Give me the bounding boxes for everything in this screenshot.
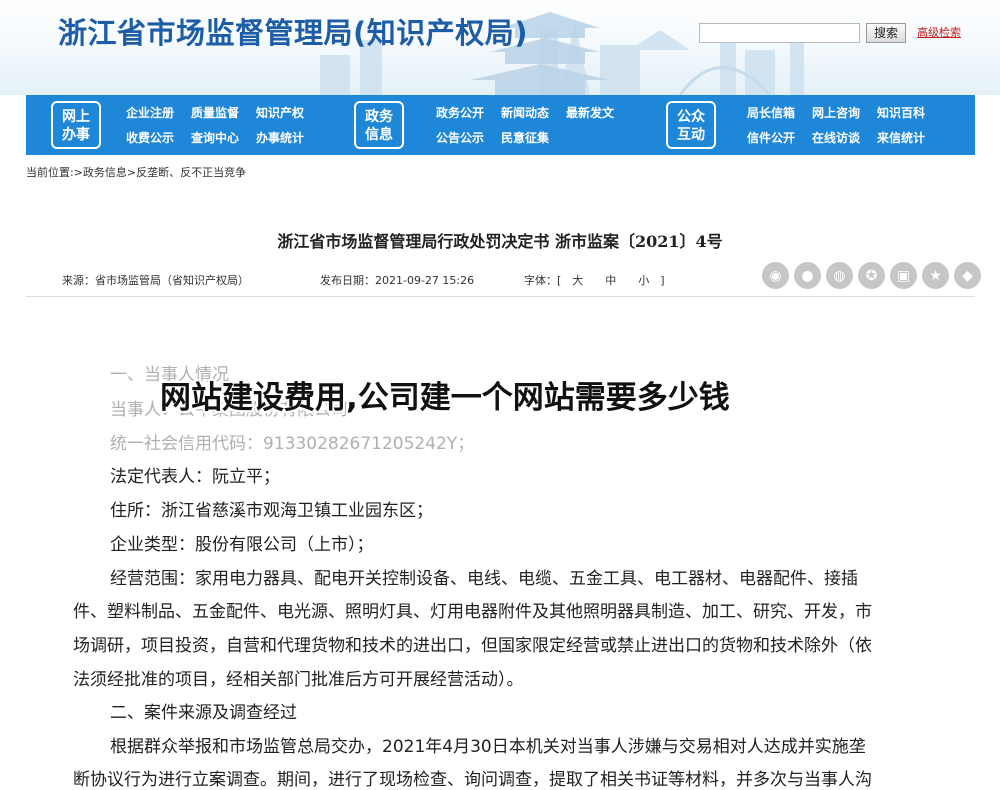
nav-link[interactable]: 最新发文 <box>566 104 614 121</box>
nav-badge-public-interaction[interactable]: 公众 互动 <box>666 101 716 149</box>
overlay-title: 网站建设费用,公司建一个网站需要多少钱 <box>160 380 730 416</box>
nav-link[interactable]: 知识百科 <box>877 104 925 121</box>
divider <box>26 296 975 297</box>
body-line: 法定代表人：阮立平； <box>110 467 280 487</box>
nav-link[interactable]: 民意征集 <box>501 129 549 146</box>
nav-link[interactable]: 网上咨询 <box>812 104 860 121</box>
body-line: 住所：浙江省慈溪市观海卫镇工业园东区； <box>110 501 433 521</box>
nav-link[interactable]: 公告公示 <box>436 129 484 146</box>
breadcrumb[interactable]: 当前位置:>政务信息>反垄断、反不正当竞争 <box>26 164 246 180</box>
body-line: 断协议行为进行立案调查。期间，进行了现场检查、询问调查，提取了相关书证等材料，并… <box>73 770 872 790</box>
qq-icon[interactable]: ◍ <box>826 262 853 289</box>
nav-badge-online-services[interactable]: 网上 办事 <box>51 101 101 149</box>
qzone-icon[interactable]: ✪ <box>858 262 885 289</box>
body-line: 企业类型：股份有限公司（上市）； <box>110 535 374 555</box>
star-icon[interactable]: ★ <box>922 262 949 289</box>
main-nav: 网上 办事 企业注册 质量监督 知识产权 收费公示 查询中心 办事统计 政务 信… <box>26 95 975 155</box>
nav-links-online-services: 企业注册 质量监督 知识产权 收费公示 查询中心 办事统计 <box>126 104 304 146</box>
nav-link[interactable]: 收费公示 <box>126 129 174 146</box>
nav-link[interactable]: 新闻动态 <box>501 104 549 121</box>
share-icons: ◉ ● ◍ ✪ ▣ ★ ◆ <box>762 262 981 289</box>
body-line: 法须经批准的项目，经相关部门批准后方可开展经营活动）。 <box>73 670 524 690</box>
nav-link[interactable]: 在线访谈 <box>812 129 860 146</box>
nav-link[interactable]: 信件公开 <box>747 129 795 146</box>
nav-badge-line: 信息 <box>365 127 393 143</box>
body-line: 经营范围：家用电力器具、配电开关控制设备、电线、电缆、五金工具、电工器材、电器配… <box>110 569 858 589</box>
nav-badge-line: 网上 <box>62 109 90 125</box>
nav-link[interactable]: 来信统计 <box>877 129 925 146</box>
font-size-selector[interactable]: 字体：[ 大 中 小 ] <box>524 272 665 288</box>
nav-link[interactable]: 知识产权 <box>256 104 304 121</box>
nav-link[interactable]: 局长信箱 <box>747 104 795 121</box>
nav-link[interactable]: 企业注册 <box>126 104 174 121</box>
nav-links-public-interaction: 局长信箱 网上咨询 知识百科 信件公开 在线访谈 来信统计 <box>747 104 925 146</box>
other-icon[interactable]: ◆ <box>954 262 981 289</box>
header-banner: 浙江省市场监督管理局(知识产权局) 搜索 高级检索 <box>0 0 1000 95</box>
weibo-icon[interactable]: ◉ <box>762 262 789 289</box>
article-title: 浙江省市场监督管理局行政处罚决定书 浙市监案〔2021〕4号 <box>277 232 723 251</box>
body-line: 根据群众举报和市场监管总局交办，2021年4月30日本机关对当事人涉嫌与交易相对… <box>110 737 866 757</box>
search-input[interactable] <box>699 23 860 43</box>
body-line: 统一社会信用代码：91330282671205242Y； <box>110 434 475 454</box>
article-date: 发布日期：2021-09-27 15:26 <box>320 274 475 287</box>
douban-icon[interactable]: ▣ <box>890 262 917 289</box>
nav-link[interactable]: 政务公开 <box>436 104 484 121</box>
nav-badge-line: 办事 <box>62 127 90 143</box>
nav-badge-line: 公众 <box>677 109 705 125</box>
nav-link[interactable]: 办事统计 <box>256 129 304 146</box>
nav-links-government-info: 政务公开 新闻动态 最新发文 公告公示 民意征集 <box>436 104 614 146</box>
nav-badge-line: 互动 <box>677 127 705 143</box>
body-line: 件、塑料制品、五金配件、电光源、照明灯具、灯用电器附件及其他照明器具制造、加工、… <box>73 602 872 622</box>
wechat-icon[interactable]: ● <box>794 262 821 289</box>
body-line: 场调研，项目投资，自营和代理货物和技术的进出口，但国家限定经营或禁止进出口的货物… <box>73 636 872 656</box>
nav-link[interactable]: 查询中心 <box>191 129 239 146</box>
nav-badge-line: 政务 <box>365 109 393 125</box>
search-button[interactable]: 搜索 <box>866 23 906 43</box>
advanced-search-link[interactable]: 高级检索 <box>917 24 961 40</box>
nav-link[interactable]: 质量监督 <box>191 104 239 121</box>
section-heading: 二、案件来源及调查经过 <box>110 703 297 723</box>
article-source: 来源：省市场监管局（省知识产权局） <box>62 274 249 287</box>
site-title[interactable]: 浙江省市场监督管理局(知识产权局) <box>58 10 528 52</box>
nav-badge-government-info[interactable]: 政务 信息 <box>354 101 404 149</box>
